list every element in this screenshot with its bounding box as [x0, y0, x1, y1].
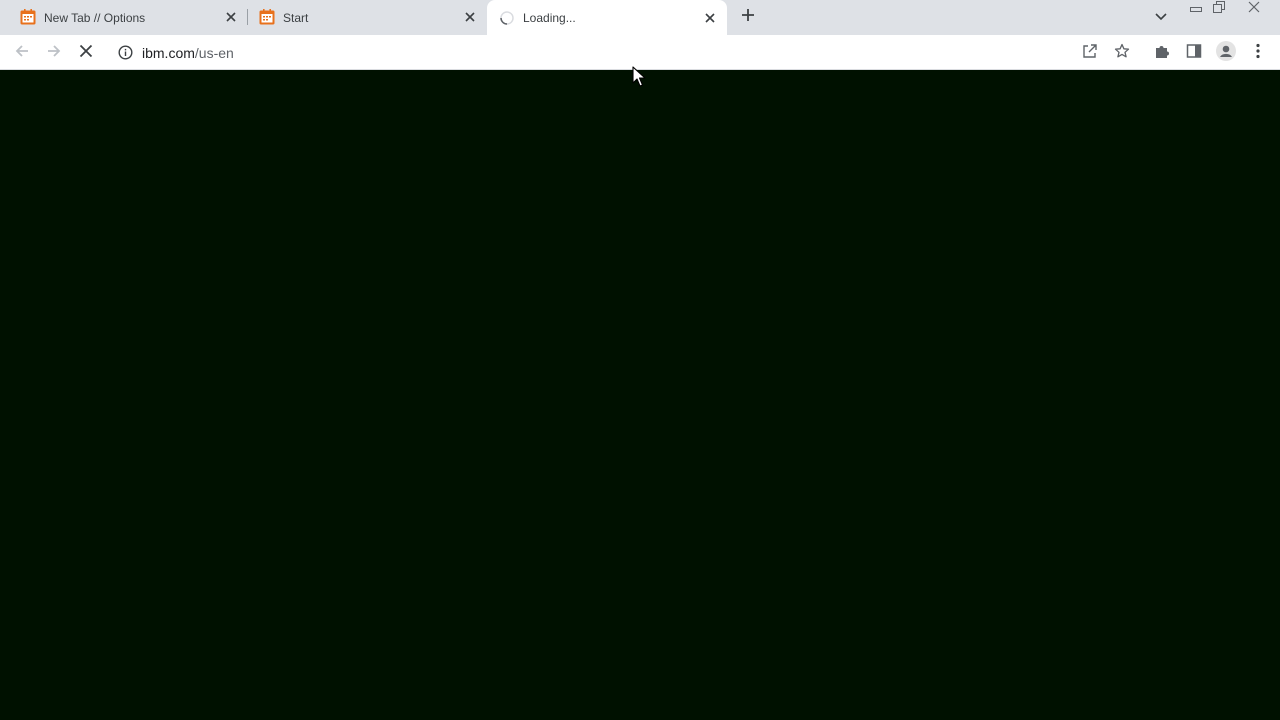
stop-loading-button[interactable] — [72, 39, 100, 67]
close-tab-icon[interactable] — [222, 8, 240, 26]
chevron-down-icon — [1155, 8, 1167, 26]
url-host: ibm.com — [142, 45, 195, 61]
loading-spinner-icon — [499, 10, 515, 26]
tab-title: New Tab // Options — [44, 10, 146, 25]
back-arrow-icon — [14, 43, 30, 64]
restore-button[interactable] — [1207, 0, 1233, 18]
side-panel-icon — [1186, 43, 1202, 64]
share-icon — [1082, 43, 1098, 64]
forward-arrow-icon — [46, 43, 62, 64]
back-button[interactable] — [8, 39, 36, 67]
tab-start[interactable]: Start — [249, 0, 487, 34]
address-bar[interactable]: ibm.com/us-en — [108, 38, 1144, 67]
tab-title: Start — [283, 10, 309, 25]
close-window-button[interactable] — [1241, 0, 1267, 18]
kebab-menu-icon — [1256, 43, 1260, 64]
tab-search-button[interactable] — [1150, 6, 1172, 28]
close-tab-icon[interactable] — [701, 9, 719, 27]
plus-icon — [741, 8, 755, 27]
share-button[interactable] — [1076, 39, 1104, 67]
new-tab-button[interactable] — [736, 5, 760, 29]
url-text[interactable]: ibm.com/us-en — [142, 45, 234, 61]
calendar-app-icon — [20, 9, 36, 25]
star-icon — [1114, 43, 1130, 64]
stop-loading-icon — [79, 44, 93, 63]
bookmark-button[interactable] — [1108, 39, 1136, 67]
side-panel-button[interactable] — [1180, 39, 1208, 67]
extensions-button[interactable] — [1148, 39, 1176, 67]
forward-button[interactable] — [40, 39, 68, 67]
tab-new-tab-options[interactable]: New Tab // Options — [0, 0, 248, 34]
restore-icon — [1213, 0, 1227, 18]
tab-loading[interactable]: Loading... — [487, 0, 727, 35]
calendar-app-icon — [259, 9, 275, 25]
tab-title: Loading... — [523, 11, 576, 25]
puzzle-icon — [1154, 43, 1170, 64]
menu-button[interactable] — [1244, 39, 1272, 67]
profile-button[interactable] — [1212, 39, 1240, 67]
url-path: /us-en — [194, 45, 234, 61]
page-content — [0, 71, 1280, 720]
close-tab-icon[interactable] — [461, 8, 479, 26]
close-icon — [1248, 0, 1260, 18]
minimize-button[interactable] — [1183, 0, 1209, 18]
tab-strip: New Tab // Options Start Loading... — [0, 0, 1280, 35]
tab-divider — [247, 9, 248, 25]
browser-toolbar: ibm.com/us-en — [0, 35, 1280, 70]
minimize-icon — [1190, 0, 1202, 18]
info-icon[interactable] — [118, 45, 133, 60]
profile-icon — [1216, 40, 1236, 66]
